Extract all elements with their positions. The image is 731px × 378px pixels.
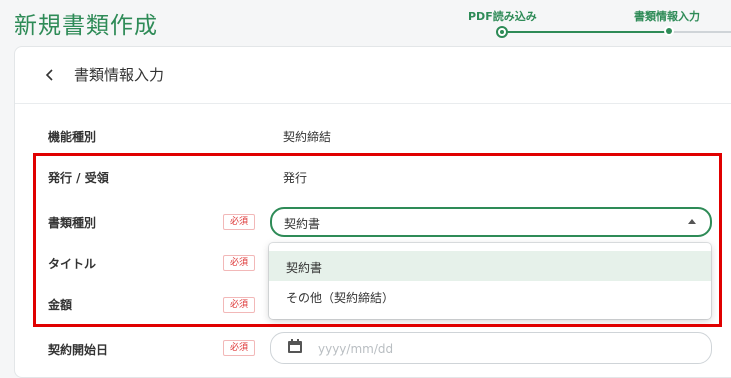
step-connector-next [670,31,731,33]
card-title: 書類情報入力 [74,66,165,84]
chevron-left-icon[interactable] [45,68,55,82]
date-placeholder: yyyy/mm/dd [318,342,394,356]
function-type-label: 機能種別 [48,130,97,144]
document-type-dropdown: 契約書 その他（契約締結） [269,243,711,319]
document-type-select-value: 契約書 [284,217,321,231]
issue-receive-value: 発行 [283,171,308,185]
step-connector [503,31,667,33]
dropdown-option-contract[interactable]: 契約書 [269,251,711,281]
required-badge: 必須 [223,297,255,313]
contract-start-label: 契約開始日 [48,343,109,357]
required-badge: 必須 [223,214,255,230]
step-label-pdf: PDF読み込み [468,10,537,23]
required-badge: 必須 [223,255,255,271]
function-type-value: 契約締結 [283,130,332,144]
issue-receive-label: 発行 / 受領 [48,171,109,185]
dropdown-option-other[interactable]: その他（契約締結） [269,281,711,311]
required-badge: 必須 [223,340,255,356]
document-type-select[interactable]: 契約書 [270,207,712,237]
step-current-icon [666,28,672,34]
calendar-icon [288,339,302,353]
option-label: その他（契約締結） [286,291,395,305]
step-done-icon [496,26,508,38]
contract-start-date-input[interactable]: yyyy/mm/dd [270,332,712,364]
option-label: 契約書 [286,261,323,275]
caret-up-icon [688,219,696,224]
amount-label: 金額 [48,298,73,312]
title-label: タイトル [48,257,97,271]
step-label-info: 書類情報入力 [634,10,700,23]
document-type-label: 書類種別 [48,216,97,230]
card-header: 書類情報入力 [15,47,731,104]
stepper: PDF読み込み 書類情報入力 [0,0,731,46]
